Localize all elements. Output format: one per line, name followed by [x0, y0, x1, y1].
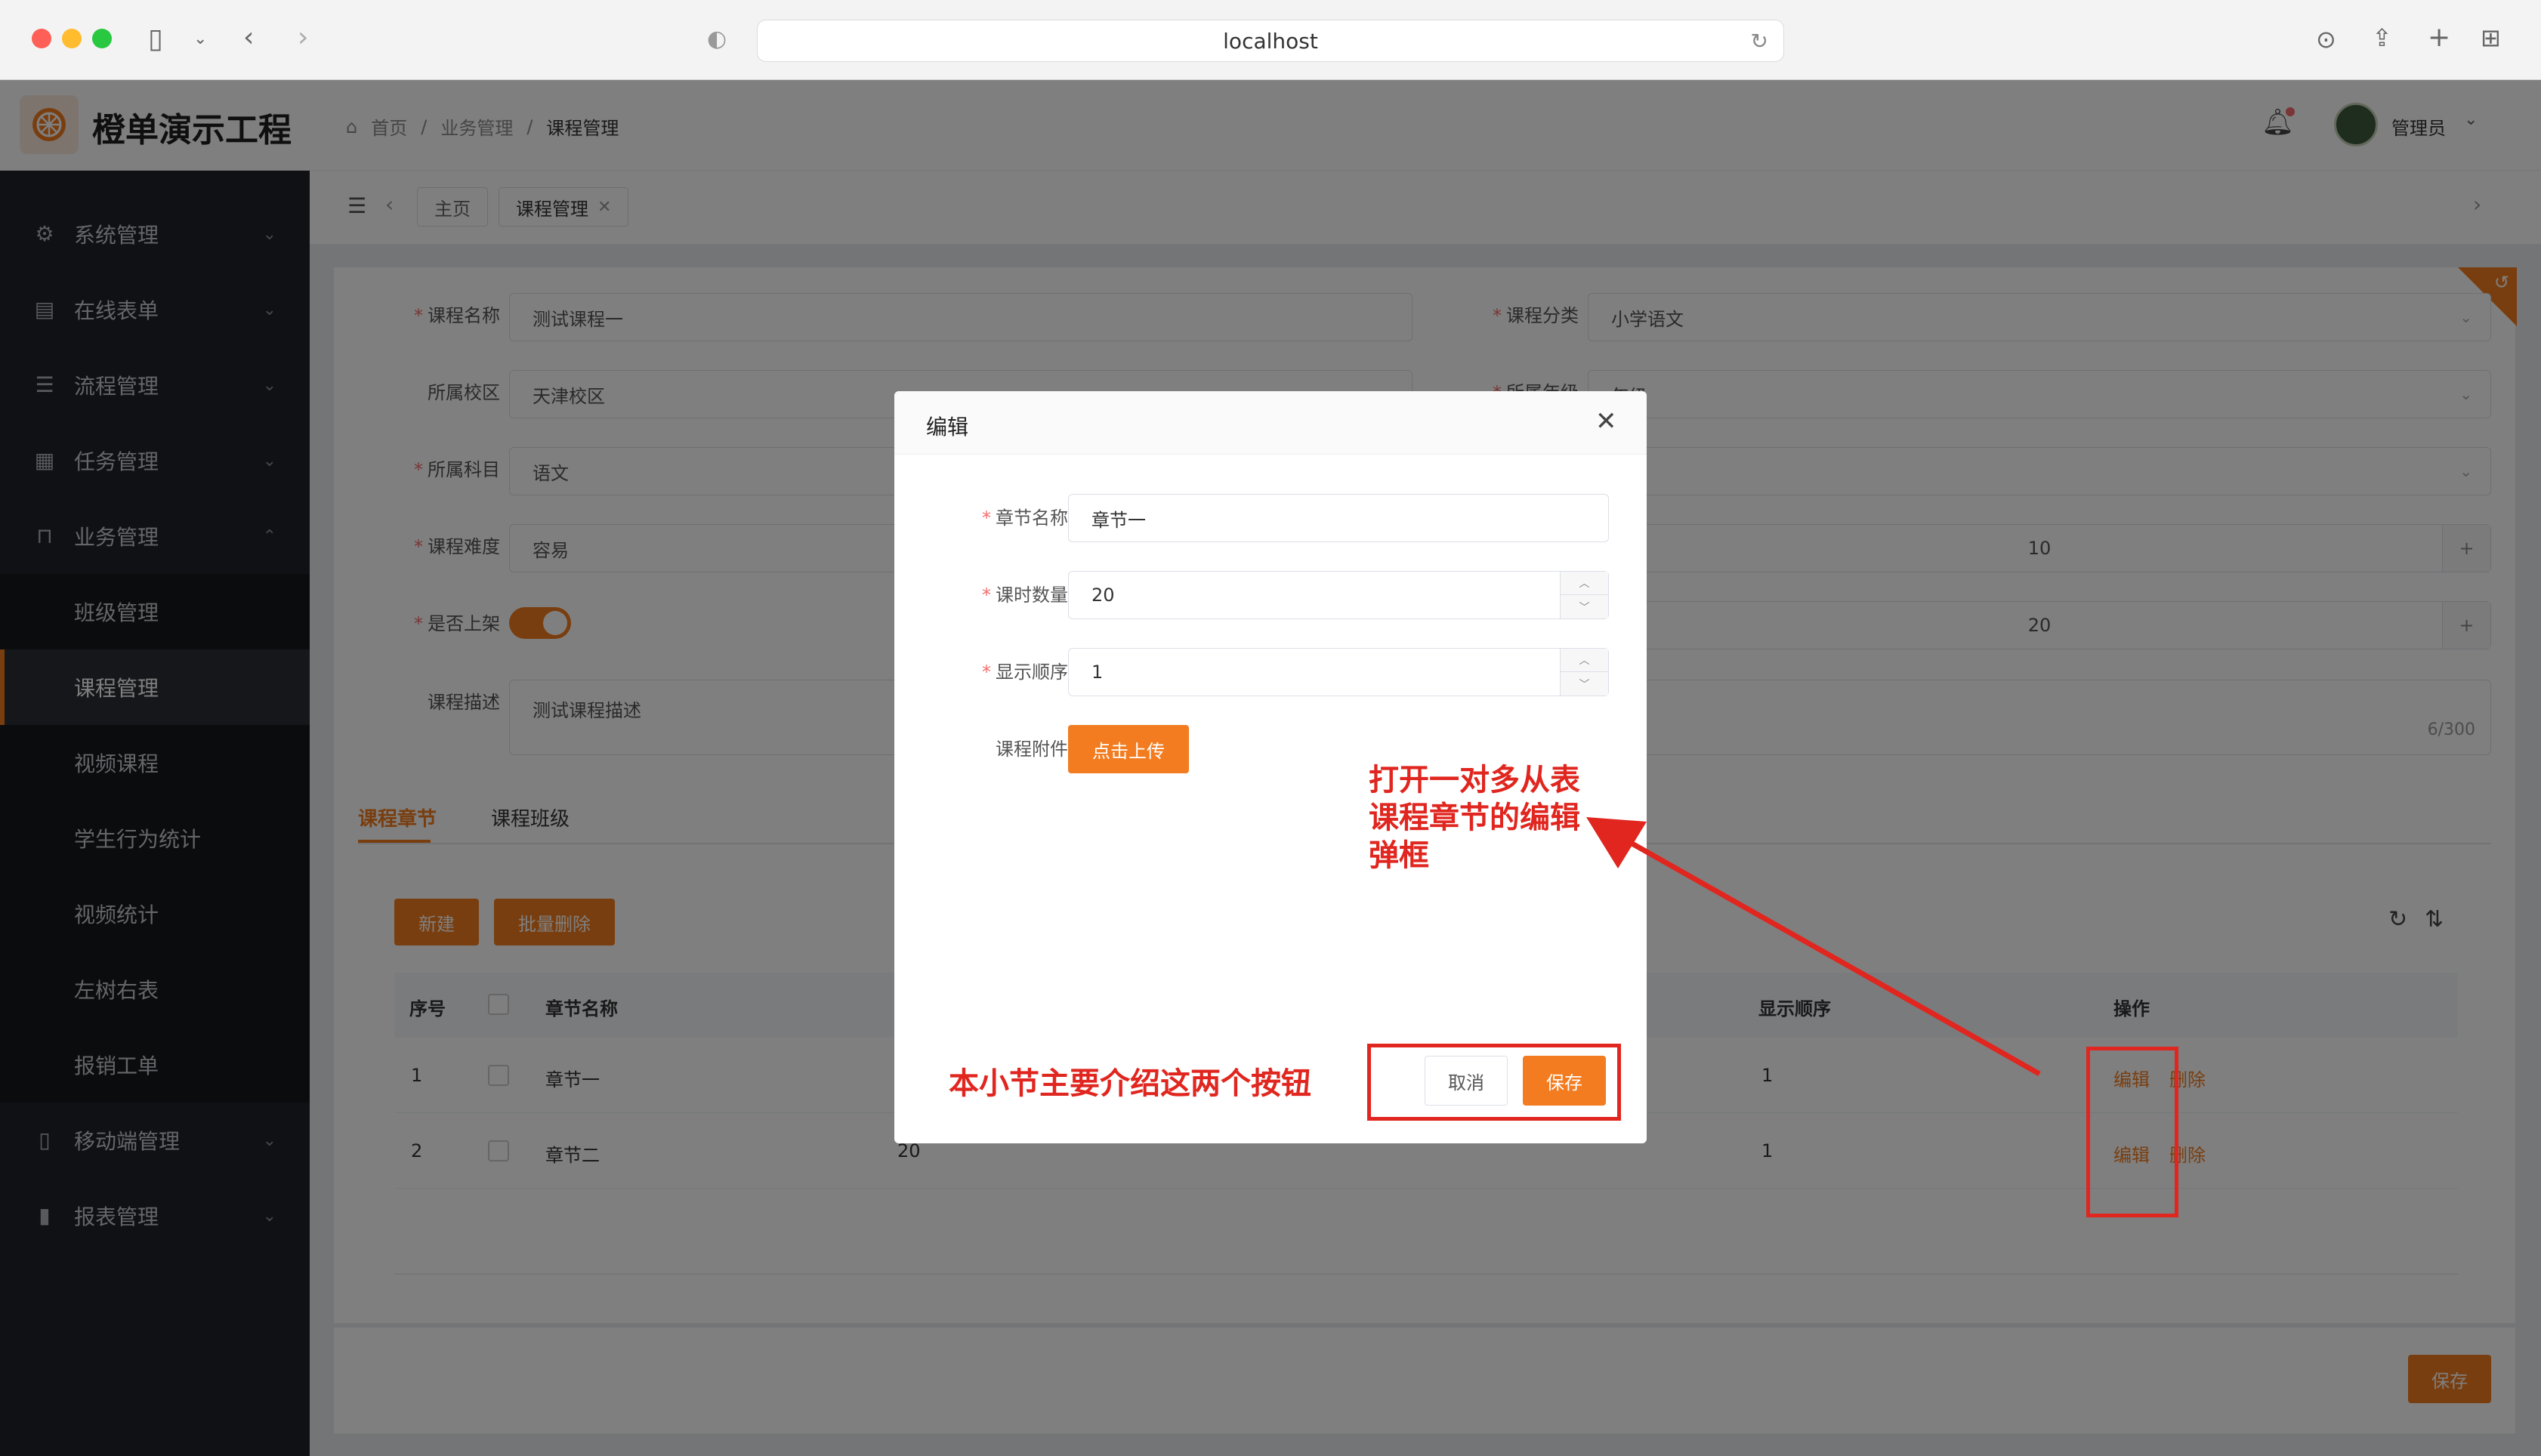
- share-icon[interactable]: ⇪: [2372, 23, 2392, 53]
- chapter-name-label: * 章节名称: [982, 507, 1068, 529]
- maximize-window-button[interactable]: [92, 29, 112, 48]
- url-text: localhost: [1223, 28, 1318, 54]
- hours-label: * 课时数量: [982, 585, 1068, 606]
- close-window-button[interactable]: [32, 29, 51, 48]
- chevron-up-icon: ︿: [1561, 649, 1608, 672]
- chevron-down-icon[interactable]: ⌄: [193, 24, 207, 54]
- chapter-name-input[interactable]: 章节一: [1068, 494, 1609, 542]
- new-tab-icon[interactable]: +: [2428, 23, 2450, 53]
- close-icon[interactable]: ✕: [1595, 406, 1617, 436]
- annotation-edit-dialog: 打开一对多从表课程章节的编辑弹框: [1364, 757, 1591, 879]
- chevron-down-icon: ﹀: [1579, 678, 1590, 691]
- dialog-header: [894, 391, 1647, 455]
- dialog-title: 编辑: [926, 415, 969, 440]
- minimize-window-button[interactable]: [62, 29, 82, 48]
- sidebar-toggle-icon[interactable]: ▯: [148, 24, 163, 54]
- browser-chrome: ▯ ⌄ ‹ › ◐ localhost ↻ ⊙ ⇪ + ⊞: [0, 0, 2541, 80]
- shield-icon: ◐: [707, 26, 727, 52]
- reload-icon[interactable]: ↻: [1751, 29, 1768, 54]
- chevron-down-icon: ﹀: [1579, 601, 1590, 614]
- annotation-arrow: [1586, 817, 2041, 1077]
- tab-overview-icon[interactable]: ⊞: [2481, 23, 2501, 53]
- order-stepper[interactable]: 1 ︿ ﹀: [1068, 648, 1609, 696]
- url-bar[interactable]: localhost ↻: [757, 20, 1784, 62]
- stepper-arrows[interactable]: ︿ ﹀: [1560, 572, 1608, 618]
- stepper-arrows[interactable]: ︿ ﹀: [1560, 649, 1608, 696]
- download-icon[interactable]: ⊙: [2316, 24, 2336, 54]
- chevron-up-icon: ︿: [1561, 572, 1608, 595]
- attachment-label: 课程附件: [996, 739, 1068, 760]
- back-icon[interactable]: ‹: [243, 23, 254, 53]
- annotation-buttons: 本小节主要介绍这两个按钮: [949, 1059, 1311, 1103]
- forward-icon[interactable]: ›: [298, 23, 308, 53]
- upload-button[interactable]: 点击上传: [1068, 725, 1189, 773]
- order-label: * 显示顺序: [982, 662, 1068, 683]
- hours-stepper[interactable]: 20 ︿ ﹀: [1068, 571, 1609, 619]
- highlight-edit-links: [2086, 1047, 2178, 1217]
